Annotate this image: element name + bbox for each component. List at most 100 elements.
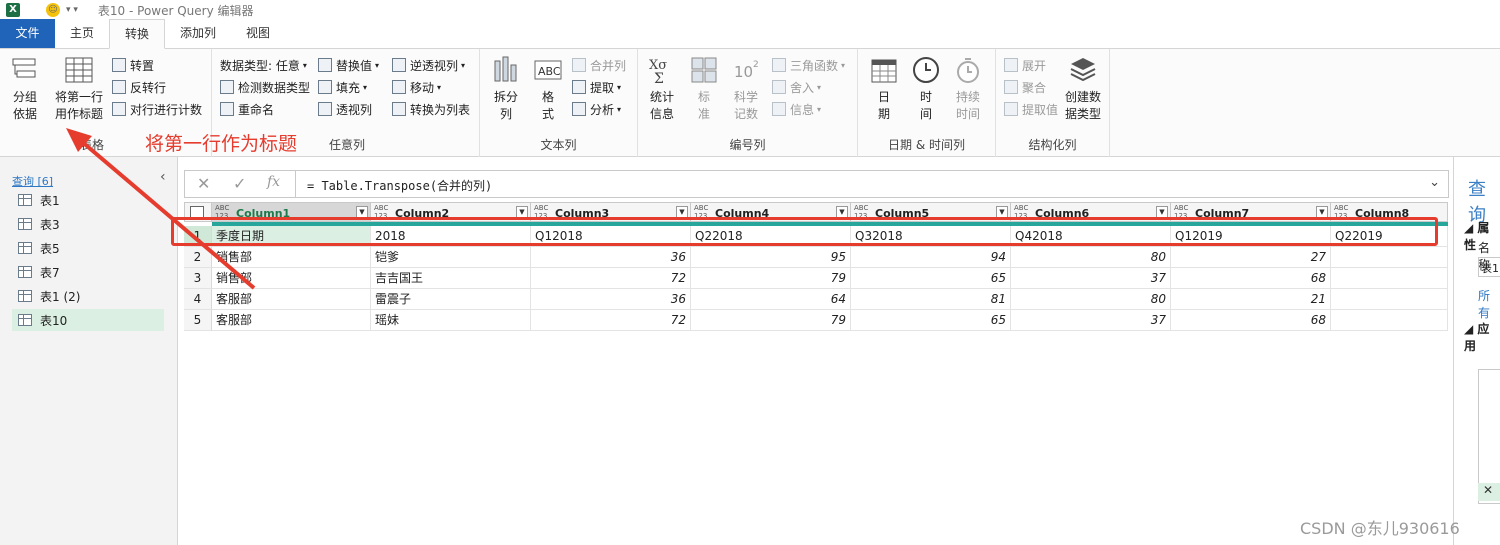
transpose-button[interactable]: 转置 — [112, 55, 154, 75]
window-title: 表10 - Power Query 编辑器 — [97, 3, 254, 18]
data-type-dropdown[interactable]: 数据类型: 任意 ▾ — [220, 55, 307, 75]
delete-step-icon[interactable]: ✕ — [1478, 483, 1500, 501]
format-button[interactable]: ABC 格 式 — [528, 55, 568, 123]
tab-file[interactable]: 文件 — [0, 19, 55, 48]
table-cell[interactable]: 80 — [1011, 289, 1171, 310]
tab-view[interactable]: 视图 — [231, 19, 285, 48]
row-number[interactable]: 3 — [184, 268, 212, 289]
table-cell[interactable]: 销售部 — [212, 247, 371, 268]
table-cell[interactable]: 铠爹 — [371, 247, 531, 268]
table-cell[interactable] — [1331, 289, 1448, 310]
rename-icon — [220, 102, 234, 116]
table-cell[interactable]: 65 — [851, 268, 1011, 289]
name-input[interactable]: 表1 — [1478, 257, 1500, 277]
table-cell[interactable]: 客服部 — [212, 310, 371, 331]
detect-type-button[interactable]: 检测数据类型 — [220, 77, 310, 97]
date-button[interactable]: 日 期 — [864, 55, 904, 123]
fx-icon[interactable]: fx — [267, 174, 280, 190]
table-cell[interactable]: 72 — [531, 310, 691, 331]
table-cell[interactable]: 27 — [1171, 247, 1331, 268]
reverse-rows-button[interactable]: 反转行 — [112, 77, 166, 97]
extract-values-button[interactable]: 提取值 — [1004, 99, 1058, 119]
table-cell[interactable]: 80 — [1011, 247, 1171, 268]
table-cell[interactable]: 94 — [851, 247, 1011, 268]
tab-transform[interactable]: 转换 — [109, 19, 166, 49]
pivot-button[interactable]: 透视列 — [318, 99, 372, 119]
tab-home[interactable]: 主页 — [55, 19, 109, 48]
rename-button[interactable]: 重命名 — [220, 99, 274, 119]
formula-input[interactable]: = Table.Transpose(合并的列) — [307, 177, 492, 194]
move-button[interactable]: 移动 ▾ — [392, 77, 441, 97]
query-item[interactable]: 表7 — [12, 261, 164, 283]
confirm-formula-icon[interactable]: ✓ — [233, 174, 246, 193]
standard-button[interactable]: 标 准 — [684, 55, 724, 123]
cancel-formula-icon[interactable]: ✕ — [197, 174, 210, 193]
query-item[interactable]: 表1 — [12, 189, 164, 211]
applied-steps-heading: ◢ 应用 — [1464, 322, 1490, 353]
fill-button[interactable]: 填充 ▾ — [318, 77, 367, 97]
statistics-button[interactable]: Xσ Σ 统计 信息 — [642, 55, 682, 123]
query-item[interactable]: 表1 (2) — [12, 285, 164, 307]
table-cell[interactable]: 客服部 — [212, 289, 371, 310]
info-button[interactable]: 信息 ▾ — [772, 99, 821, 119]
extract-button[interactable]: 提取 ▾ — [572, 77, 621, 97]
tab-add-column[interactable]: 添加列 — [165, 19, 231, 48]
aggregate-button[interactable]: 聚合 — [1004, 77, 1046, 97]
query-item-selected[interactable]: 表10 — [12, 309, 164, 331]
row-number[interactable]: 4 — [184, 289, 212, 310]
table-cell[interactable] — [1331, 247, 1448, 268]
table-cell[interactable]: 68 — [1171, 268, 1331, 289]
time-button[interactable]: 时 间 — [906, 55, 946, 123]
table-cell[interactable]: 64 — [691, 289, 851, 310]
table-cell[interactable]: 吉吉国王 — [371, 268, 531, 289]
split-column-button[interactable]: 拆分 列 — [486, 55, 526, 123]
table-cell[interactable]: 销售部 — [212, 268, 371, 289]
table-cell[interactable]: 36 — [531, 247, 691, 268]
query-item[interactable]: 表5 — [12, 237, 164, 259]
queries-header[interactable]: 查询 [6] — [12, 173, 53, 189]
fill-icon — [318, 80, 332, 94]
table-cell[interactable]: 72 — [531, 268, 691, 289]
row-number[interactable]: 2 — [184, 247, 212, 268]
merge-columns-button[interactable]: 合并列 — [572, 55, 626, 75]
to-list-button[interactable]: 转换为列表 — [392, 99, 470, 119]
count-rows-button[interactable]: 对行进行计数 — [112, 99, 202, 119]
replace-values-button[interactable]: 替换值 ▾ — [318, 55, 379, 75]
table-cell[interactable]: 雷震子 — [371, 289, 531, 310]
table-cell[interactable]: 瑶妹 — [371, 310, 531, 331]
expand-button[interactable]: 展开 — [1004, 55, 1046, 75]
table-cell[interactable] — [1331, 268, 1448, 289]
table-icon — [18, 314, 32, 326]
use-first-row-button[interactable]: 将第一行 用作标题 — [50, 55, 108, 123]
table-cell[interactable]: 81 — [851, 289, 1011, 310]
table-cell[interactable]: 21 — [1171, 289, 1331, 310]
table-cell[interactable] — [1331, 310, 1448, 331]
table-cell[interactable]: 36 — [531, 289, 691, 310]
table-cell[interactable]: 65 — [851, 310, 1011, 331]
unpivot-button[interactable]: 逆透视列 ▾ — [392, 55, 465, 75]
rounding-button[interactable]: 舍入 ▾ — [772, 77, 821, 97]
table-cell[interactable]: 95 — [691, 247, 851, 268]
row-number[interactable]: 5 — [184, 310, 212, 331]
parse-button[interactable]: 分析 ▾ — [572, 99, 621, 119]
create-data-type-button[interactable]: 创建数 据类型 — [1060, 55, 1106, 123]
collapse-icon[interactable]: ‹ — [160, 169, 166, 185]
table-cell[interactable]: 37 — [1011, 310, 1171, 331]
smiley-icon[interactable]: ☺ — [46, 3, 60, 17]
table-cell[interactable]: 79 — [691, 268, 851, 289]
query-item[interactable]: 表3 — [12, 213, 164, 235]
all-properties-link[interactable]: 所有 — [1478, 287, 1500, 321]
table-icon — [18, 290, 32, 302]
group-by-button[interactable]: 分组 依据 — [5, 55, 45, 123]
table-cell[interactable]: 68 — [1171, 310, 1331, 331]
expand-formula-icon[interactable]: ⌄ — [1429, 175, 1440, 190]
customize-toolbar-icon[interactable]: ▾ ▾ — [66, 5, 78, 15]
duration-button[interactable]: 持续 时间 — [948, 55, 988, 123]
date-label: 日 期 — [877, 90, 890, 121]
table-cell[interactable]: 79 — [691, 310, 851, 331]
trig-button[interactable]: 三角函数 ▾ — [772, 55, 845, 75]
scientific-button[interactable]: 10 2 科学 记数 — [726, 55, 766, 123]
table-cell[interactable]: 37 — [1011, 268, 1171, 289]
trig-icon — [772, 58, 786, 72]
move-icon — [392, 80, 406, 94]
